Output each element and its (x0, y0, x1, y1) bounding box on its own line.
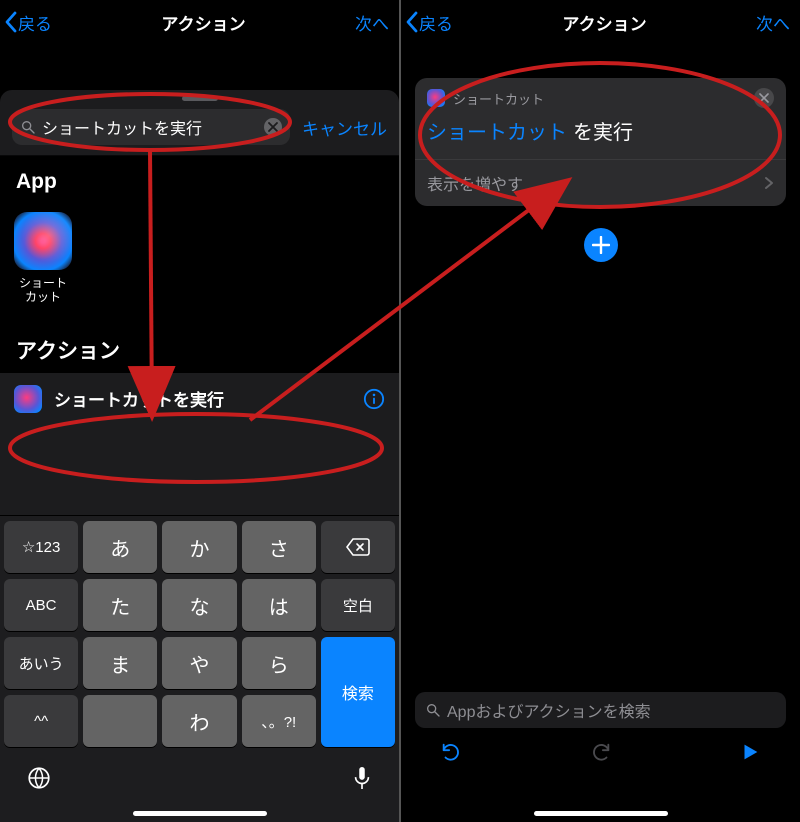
sheet-grabber[interactable] (182, 96, 218, 101)
key-ya[interactable]: や (162, 637, 236, 689)
undo-button[interactable] (437, 738, 465, 766)
key-kana[interactable]: あいう (4, 637, 78, 689)
action-picker-sheet: キャンセル App ショートカット アクション ショートカットを実行 ☆123 … (0, 90, 399, 822)
home-indicator[interactable] (534, 811, 668, 816)
next-button[interactable]: 次へ (355, 10, 389, 35)
next-button[interactable]: 次へ (756, 10, 790, 35)
search-field[interactable] (12, 109, 290, 145)
card-header-label: ショートカット (453, 89, 544, 108)
key-sa[interactable]: さ (242, 521, 316, 573)
actions-list: ショートカットを実行 (0, 373, 399, 425)
key-ma[interactable]: ま (83, 637, 157, 689)
clear-search-button[interactable] (264, 118, 282, 136)
back-label: 戻る (18, 10, 52, 35)
search-placeholder: Appおよびアクションを検索 (447, 698, 651, 722)
key-backspace[interactable] (321, 521, 395, 573)
keyboard[interactable]: ☆123 あ か さ ABC た な は 空白 あいう ま や ら 検索 (0, 515, 399, 822)
shortcuts-mini-icon (427, 89, 445, 107)
globe-icon[interactable] (26, 765, 52, 791)
shortcuts-mini-icon (14, 385, 42, 413)
add-action-button[interactable] (584, 228, 618, 262)
action-label: ショートカットを実行 (54, 386, 351, 411)
key-blank[interactable] (83, 695, 157, 747)
search-icon (20, 119, 36, 135)
key-ka[interactable]: か (162, 521, 236, 573)
run-text: を実行 (573, 116, 633, 145)
home-indicator[interactable] (133, 811, 267, 816)
key-na[interactable]: な (162, 579, 236, 631)
key-abc[interactable]: ABC (4, 579, 78, 631)
search-row: キャンセル (0, 109, 399, 155)
action-card-run-shortcut[interactable]: ショートカット ショートカット を実行 表示を増やす (415, 78, 786, 206)
key-face[interactable]: ^^ (4, 695, 78, 747)
key-ha[interactable]: は (242, 579, 316, 631)
mic-icon[interactable] (351, 765, 373, 791)
key-wa[interactable]: わ (162, 695, 236, 747)
keyboard-bottom-row (4, 753, 395, 797)
key-punct[interactable]: 、。?! (242, 695, 316, 747)
action-row-run-shortcut[interactable]: ショートカットを実行 (0, 373, 399, 425)
search-input[interactable] (42, 118, 258, 136)
close-icon (268, 122, 278, 132)
key-space[interactable]: 空白 (321, 579, 395, 631)
navbar: 戻る アクション 次へ (0, 0, 399, 44)
show-more-label: 表示を増やす (427, 171, 523, 195)
app-tile-shortcuts[interactable]: ショートカット (4, 202, 82, 321)
shortcut-variable-token[interactable]: ショートカット (427, 116, 567, 145)
cancel-button[interactable]: キャンセル (302, 115, 387, 140)
section-actions-label: アクション (0, 321, 399, 373)
app-name: ショートカット (19, 276, 67, 305)
navbar: 戻る アクション 次へ (401, 0, 800, 44)
key-ra[interactable]: ら (242, 637, 316, 689)
action-card-body[interactable]: ショートカット を実行 (415, 108, 786, 159)
show-more-row[interactable]: 表示を増やす (415, 159, 786, 206)
play-icon (739, 741, 761, 763)
redo-button (587, 738, 615, 766)
info-icon[interactable] (363, 388, 385, 410)
chevron-left-icon (4, 11, 18, 33)
shortcuts-app-icon (14, 212, 72, 270)
chevron-left-icon (405, 11, 419, 33)
plus-icon (592, 236, 610, 254)
page-title: アクション (161, 10, 245, 35)
undo-icon (440, 741, 462, 763)
bottom-bar: Appおよびアクションを検索 (401, 692, 800, 778)
section-app-label: App (0, 155, 399, 202)
key-a[interactable]: あ (83, 521, 157, 573)
page-title: アクション (562, 10, 646, 35)
back-button[interactable]: 戻る (4, 10, 52, 35)
redo-icon (590, 741, 612, 763)
right-screenshot: 戻る アクション 次へ ショートカット ショートカット を実行 表示を増やす A… (400, 0, 800, 822)
run-button[interactable] (736, 738, 764, 766)
key-num[interactable]: ☆123 (4, 521, 78, 573)
apps-strip: ショートカット (0, 202, 399, 321)
close-icon (759, 93, 769, 103)
back-label: 戻る (419, 10, 453, 35)
action-card-header: ショートカット (415, 78, 786, 108)
backspace-icon (345, 537, 371, 557)
left-screenshot: 戻る アクション 次へ キャンセル App ショートカット (0, 0, 400, 822)
back-button[interactable]: 戻る (405, 10, 453, 35)
search-icon (425, 702, 441, 718)
toolbar (415, 728, 786, 766)
key-ta[interactable]: た (83, 579, 157, 631)
chevron-right-icon (764, 176, 774, 190)
search-pill[interactable]: Appおよびアクションを検索 (415, 692, 786, 728)
remove-action-button[interactable] (754, 88, 774, 108)
